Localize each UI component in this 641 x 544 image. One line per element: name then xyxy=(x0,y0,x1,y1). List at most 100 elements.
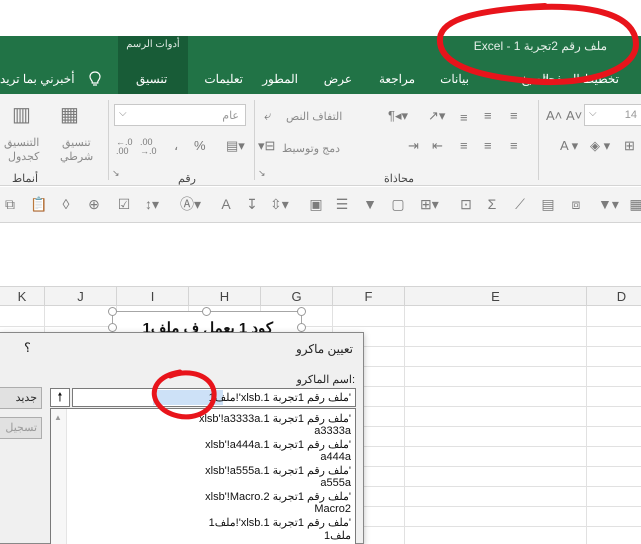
font-color-icon[interactable]: A ▾ xyxy=(560,138,578,154)
format-table-label-1[interactable]: التنسيق xyxy=(4,136,39,149)
list-item[interactable]: 'ملف رقم 1تجربة 1.xlsb'!a3333a xyxy=(199,412,351,425)
align-bottom-icon[interactable]: ≡ xyxy=(460,110,468,125)
list-item[interactable]: 'ملف رقم 1تجربة 1.xlsb'!a444a xyxy=(205,438,351,451)
column-header-d[interactable]: D xyxy=(586,287,641,306)
macro-list[interactable]: ▲ 'ملف رقم 1تجربة 1.xlsb'!a3333a a3333a … xyxy=(50,408,356,544)
column-header-f[interactable]: F xyxy=(332,287,404,306)
list-item[interactable]: a555a xyxy=(320,477,351,489)
list-scrollbar[interactable]: ▲ xyxy=(51,409,67,544)
tell-me-box[interactable]: أخبرني بما تريد xyxy=(0,72,75,86)
column-headers: D E F G H I J K xyxy=(0,286,641,306)
text-effects-icon[interactable]: Ⓐ▾ xyxy=(180,196,201,212)
resize-handle[interactable] xyxy=(297,323,306,332)
align-right-icon[interactable]: ≡ xyxy=(510,138,518,153)
tab-format[interactable]: تنسيق xyxy=(136,72,167,86)
funnel-icon[interactable]: ▼▾ xyxy=(598,196,619,212)
borders-icon[interactable]: ⊞ xyxy=(624,138,635,154)
decrease-decimal-icon[interactable]: ←.0.00 xyxy=(116,138,133,156)
align-middle-icon[interactable]: ≡ xyxy=(484,108,492,123)
picture-icon[interactable]: ▣ xyxy=(308,196,324,212)
number-format-combo[interactable]: ⌵ عام xyxy=(114,104,246,126)
percent-button[interactable]: % xyxy=(194,138,206,153)
copy-icon[interactable]: ⧉ xyxy=(2,196,18,212)
conditional-format-label-2[interactable]: شرطي xyxy=(60,150,93,163)
list-item[interactable]: 'ملف رقم 1تجربة 1.xlsb'!ملف1 xyxy=(209,516,351,529)
list-icon[interactable]: ☰ xyxy=(334,196,350,212)
tab-view[interactable]: عرض xyxy=(324,72,352,86)
resize-handle[interactable] xyxy=(202,307,211,316)
tab-data[interactable]: بيانات xyxy=(440,72,469,86)
move-icon[interactable]: ⇳▾ xyxy=(270,196,289,212)
list-item[interactable]: Macro2 xyxy=(314,503,351,515)
align-left-icon[interactable]: ≡ xyxy=(460,138,468,153)
align-center-icon[interactable]: ≡ xyxy=(484,138,492,153)
list-item[interactable]: a3333a xyxy=(314,425,351,437)
resize-handle[interactable] xyxy=(108,307,117,316)
wrap-text-button[interactable]: التفاف النص xyxy=(286,110,342,123)
dialog-launcher-icon[interactable]: ↘ xyxy=(112,168,120,179)
resize-handle[interactable] xyxy=(297,307,306,316)
format-table-label-2[interactable]: كجدول xyxy=(8,150,39,163)
form-icon[interactable]: ▤ xyxy=(540,196,556,212)
paste-icon[interactable]: 📋 xyxy=(30,196,47,212)
column-header-k[interactable]: K xyxy=(0,287,44,306)
column-header-i[interactable]: I xyxy=(116,287,188,306)
column-header-h[interactable]: H xyxy=(188,287,260,306)
frame-icon[interactable]: ▢ xyxy=(390,196,406,212)
zoom-icon[interactable]: ⊕ xyxy=(86,196,102,212)
scroll-up-icon[interactable]: ▲ xyxy=(54,413,62,422)
tab-review[interactable]: مراجعة xyxy=(379,72,415,86)
sum-icon[interactable]: Σ xyxy=(484,196,500,212)
more-icon[interactable]: ▦ xyxy=(628,196,641,212)
tab-page-layout[interactable]: تخطيط الصفحة xyxy=(542,72,619,86)
align-top-icon[interactable]: ≡ xyxy=(510,108,518,123)
grid-line xyxy=(586,306,587,544)
window-icon[interactable]: ⧈ xyxy=(568,196,584,212)
accounting-format-icon[interactable]: ▤▾ xyxy=(226,138,245,154)
new-button[interactable]: جديد xyxy=(0,387,42,409)
indent-increase-icon[interactable]: ⇤ xyxy=(432,138,443,154)
list-item[interactable]: a444a xyxy=(320,451,351,463)
list-item[interactable]: ملف1 xyxy=(324,529,351,542)
sort-icon[interactable]: ↧ xyxy=(244,196,260,212)
dialog-launcher-icon[interactable]: ↘ xyxy=(258,168,266,179)
row-height-icon[interactable]: ↕▾ xyxy=(144,196,160,212)
wrap-text-icon: ⤶ xyxy=(264,108,272,123)
tab-help[interactable]: تعليمات xyxy=(204,72,243,86)
conditional-format-label-1[interactable]: تنسيق xyxy=(62,136,91,149)
column-header-g[interactable]: G xyxy=(260,287,332,306)
lightbulb-icon xyxy=(89,71,101,86)
comma-style-button[interactable]: ، xyxy=(174,138,178,154)
orientation-icon[interactable]: ↗▾ xyxy=(428,108,445,124)
record-button[interactable]: تسجيل xyxy=(0,417,42,439)
list-item[interactable]: 'ملف رقم 1تجربة 2.xlsb'!Macro xyxy=(205,490,351,503)
merge-center-button[interactable]: دمج وتوسيط xyxy=(282,142,340,155)
chart-icon[interactable]: ⟋ xyxy=(512,196,528,212)
font-size-combo[interactable]: ⌵ 14 xyxy=(584,104,641,126)
help-icon[interactable]: ؟ xyxy=(24,340,31,356)
table-icon[interactable]: ⊡ xyxy=(458,196,474,212)
column-header-e[interactable]: E xyxy=(404,287,586,306)
title-tab-bar: أدوات الرسم ملف رقم 2تجربة 1 - Excel تخط… xyxy=(0,36,641,94)
up-arrow-icon[interactable]: 🠕 xyxy=(50,388,70,407)
tab-formulas[interactable]: الصيغ xyxy=(522,72,549,86)
tab-developer[interactable]: المطور xyxy=(262,72,298,86)
border-grid-icon[interactable]: ⊞▾ xyxy=(420,196,439,212)
chevron-down-icon: ⌵ xyxy=(119,108,127,119)
eraser-icon[interactable]: ◊ xyxy=(58,196,74,212)
increase-decimal-icon[interactable]: .00 →.0 xyxy=(140,138,157,156)
shrink-font-icon[interactable]: A˅ xyxy=(566,108,582,123)
check-icon[interactable]: ☑ xyxy=(116,196,132,212)
macro-name-input[interactable]: 'ملف رقم 1تجربة 1.xlsb'!ملف1 xyxy=(72,388,356,407)
list-item[interactable]: 'ملف رقم 1تجربة 1.xlsb'!a555a xyxy=(205,464,351,477)
italic-a-icon[interactable]: A xyxy=(218,196,234,212)
format-table-icon[interactable]: ▥ xyxy=(12,102,31,127)
column-header-j[interactable]: J xyxy=(44,287,116,306)
indent-decrease-icon[interactable]: ⇥ xyxy=(408,138,419,154)
grow-font-icon[interactable]: A˄ xyxy=(546,108,562,123)
resize-handle[interactable] xyxy=(108,323,117,332)
fill-color-icon[interactable]: ◈ ▾ xyxy=(590,138,610,154)
rtl-direction-icon[interactable]: ¶◂▾ xyxy=(388,108,408,124)
conditional-format-icon[interactable]: ▦ xyxy=(60,102,79,127)
filter-icon[interactable]: ▼ xyxy=(362,196,378,212)
